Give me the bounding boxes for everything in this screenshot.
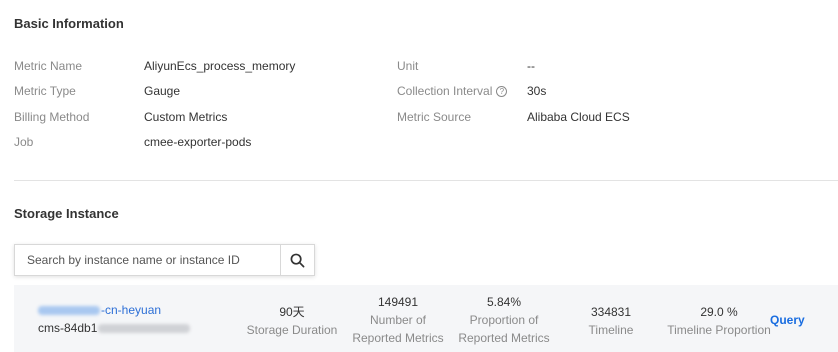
search-button[interactable] [280,245,314,275]
metric-name-value: AliyunEcs_process_memory [144,59,296,73]
billing-method-value: Custom Metrics [144,110,228,124]
instance-id: cms-84db1 [38,321,191,335]
instance-search-input[interactable] [15,245,280,275]
storage-duration-value: 90天 [279,305,305,319]
timeline-proportion-label: Timeline Proportion [667,323,771,337]
reported-metrics-label-2: Reported Metrics [352,331,444,345]
instance-search-box [14,244,315,276]
timeline-cell: 334831 Timeline [571,303,651,339]
reported-metrics-label-1: Number of [369,313,427,327]
timeline-proportion-cell: 29.0 % Timeline Proportion [659,303,779,339]
instance-name: -cn-heyuan [38,303,161,317]
reported-metrics-cell: 149491 Number of Reported Metrics [348,293,448,347]
basic-information-title: Basic Information [14,16,124,31]
query-link[interactable]: Query [770,313,805,327]
billing-method-label: Billing Method [14,110,90,124]
table-row: -cn-heyuan cms-84db1 90天 Storage Duratio… [14,285,838,352]
unit-value: -- [527,59,535,73]
collection-interval-label-wrap: Collection Interval? [397,84,508,98]
timeline-label: Timeline [588,323,634,337]
timeline-proportion-value: 29.0 % [700,305,738,319]
unit-label: Unit [397,59,419,73]
instance-id-text: cms-84db1 [38,321,98,335]
instance-name-link[interactable]: -cn-heyuan [101,303,161,317]
question-circle-icon[interactable]: ? [496,86,508,97]
storage-instance-title: Storage Instance [14,206,119,221]
proportion-reported-cell: 5.84% Proportion of Reported Metrics [454,293,554,347]
storage-duration-cell: 90天 Storage Duration [242,303,342,339]
job-label: Job [14,135,34,149]
storage-duration-label: Storage Duration [246,323,338,337]
reported-metrics-value: 149491 [377,295,419,309]
metric-type-label: Metric Type [14,84,76,98]
collection-interval-label: Collection Interval [397,84,493,98]
metric-detail-page: Basic Information Metric Name AliyunEcs_… [0,0,838,352]
collection-interval-value: 30s [527,84,547,98]
metric-source-label: Metric Source [397,110,472,124]
metric-type-value: Gauge [144,84,181,98]
metric-source-value: Alibaba Cloud ECS [527,110,630,124]
redacted-name-part [38,306,100,316]
proportion-reported-label-1: Proportion of [469,313,539,327]
job-value: cmee-exporter-pods [144,135,252,149]
redacted-id-part [98,324,191,334]
search-icon [290,253,305,267]
proportion-reported-value: 5.84% [486,295,522,309]
timeline-value: 334831 [590,305,632,319]
proportion-reported-label-2: Reported Metrics [458,331,550,345]
section-divider [14,180,838,181]
metric-name-label: Metric Name [14,59,83,73]
